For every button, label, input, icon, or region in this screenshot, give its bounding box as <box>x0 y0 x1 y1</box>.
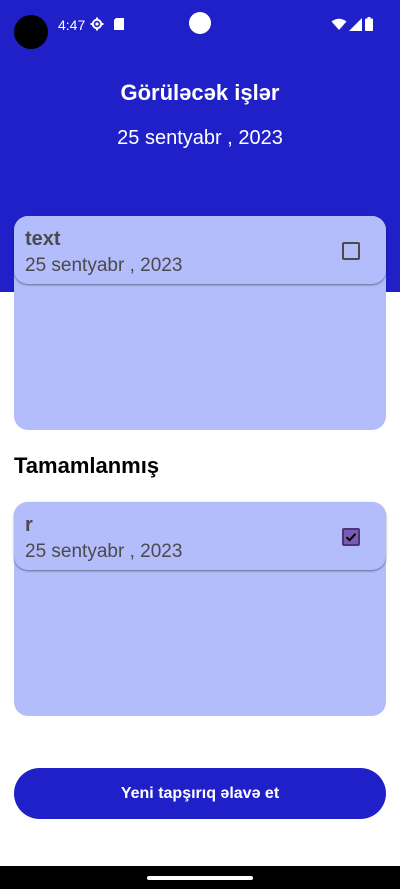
page-date: 25 sentyabr , 2023 <box>117 127 283 149</box>
front-camera-dot <box>189 12 211 34</box>
completed-list-panel: r 25 sentyabr , 2023 <box>14 502 386 716</box>
task-date: 25 sentyabr , 2023 <box>25 255 183 276</box>
task-checkbox[interactable] <box>342 242 360 260</box>
sd-card-icon <box>112 17 126 31</box>
task-title: text <box>25 228 61 250</box>
task-item[interactable]: text 25 sentyabr , 2023 <box>14 216 386 284</box>
camera-cutout <box>14 15 48 49</box>
home-indicator[interactable] <box>147 876 253 880</box>
status-bar: 4:47 <box>0 0 400 50</box>
navigation-bar <box>0 866 400 889</box>
signal-icon <box>348 17 362 31</box>
completed-task-item[interactable]: r 25 sentyabr , 2023 <box>14 502 386 570</box>
checkmark-icon <box>345 533 357 542</box>
add-task-button[interactable]: Yeni tapşırıq əlavə et <box>14 768 386 819</box>
todo-list-panel: text 25 sentyabr , 2023 <box>14 216 386 430</box>
status-time: 4:47 <box>58 17 86 33</box>
battery-icon <box>364 17 374 31</box>
page-title: Görüləcək işlər <box>120 80 280 105</box>
task-date: 25 sentyabr , 2023 <box>25 541 183 562</box>
task-title: r <box>25 514 33 536</box>
task-checkbox-checked[interactable] <box>342 528 360 546</box>
wifi-icon <box>331 17 347 31</box>
completed-section-heading: Tamamlanmış <box>14 453 160 478</box>
settings-icon <box>90 17 104 31</box>
